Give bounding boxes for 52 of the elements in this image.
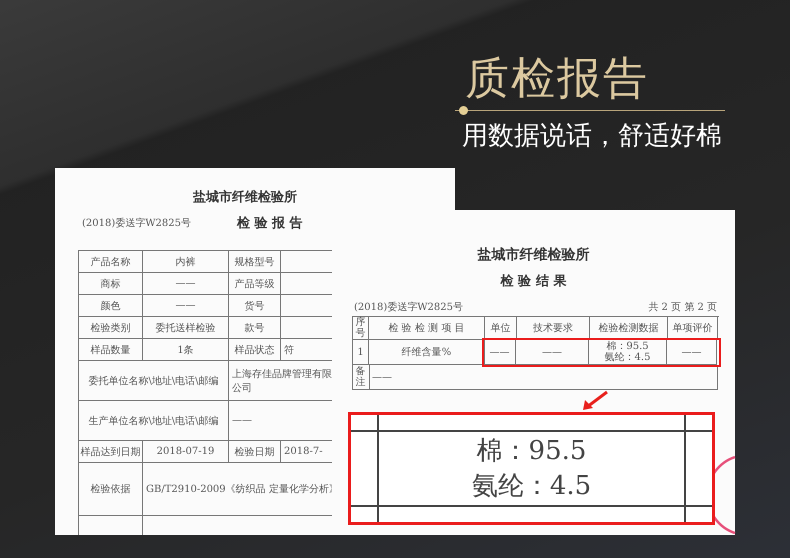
institute-name: 盐城市纤维检验所 xyxy=(192,188,298,206)
table-cell: 检验依据 xyxy=(79,463,143,516)
table-cell: 颜色 xyxy=(79,295,143,317)
column-header: 检验检测数据 xyxy=(590,317,668,340)
column-header: 检 验 检 测 项 目 xyxy=(369,317,485,340)
table-cell: 产品等级 xyxy=(229,273,281,295)
table-cell: 检验日期 xyxy=(229,441,281,463)
table-cell: 样品数量 xyxy=(79,339,143,361)
result-value: 氨纶：4.5 xyxy=(472,470,592,502)
table-cell: 棉：95.5 氨纶：4.5 xyxy=(589,340,667,365)
document-title: 检 验 报 告 xyxy=(236,214,303,232)
reference-number: (2018)委送字W2825号 xyxy=(82,216,191,230)
seal-stamp-icon xyxy=(713,455,737,535)
arrow-icon xyxy=(581,390,609,412)
table-cell: —— xyxy=(369,365,718,390)
table-cell xyxy=(686,507,712,522)
table-cell: 检验类别 xyxy=(79,317,143,339)
table-cell: 样品状态 xyxy=(229,339,281,361)
table-cell xyxy=(686,415,712,430)
table-cell: 1条 xyxy=(143,339,229,361)
table-cell: 2018-07-19 xyxy=(143,441,229,463)
table-cell xyxy=(351,507,377,522)
table-cell: —— xyxy=(143,273,229,295)
table-cell: —— xyxy=(516,340,589,365)
column-header: 单项评价 xyxy=(668,317,718,340)
table-cell: 备注 xyxy=(352,365,370,390)
table-cell: 货号 xyxy=(229,295,281,317)
institute-name: 盐城市纤维检验所 xyxy=(476,246,590,264)
table-cell: 生产单位名称\地址\电话\邮编 xyxy=(79,401,229,441)
table-cell xyxy=(351,415,377,430)
table-cell: 规格型号 xyxy=(229,251,281,273)
page-title: 质检报告 xyxy=(464,52,650,106)
table-cell: 纤维含量% xyxy=(369,340,485,365)
table-cell: —— xyxy=(667,340,717,365)
table-cell: 内裤 xyxy=(143,251,229,273)
table-cell: 1 xyxy=(353,340,369,365)
table-cell: 商标 xyxy=(79,273,143,295)
table-cell: —— xyxy=(143,295,229,317)
column-header: 序号 xyxy=(353,317,369,340)
table-cell: 委托单位名称\地址\电话\邮编 xyxy=(79,361,229,401)
table-cell: 款号 xyxy=(229,317,281,339)
page-subtitle: 用数据说话，舒适好棉 xyxy=(461,120,723,152)
column-header: 单位 xyxy=(485,317,517,340)
result-value: 棉：95.5 xyxy=(476,434,586,468)
page-number: 共 2 页 第 2 页 xyxy=(648,300,717,314)
reference-number: (2018)委送字W2825号 xyxy=(354,300,463,314)
document-title: 检 验 结 果 xyxy=(499,273,568,290)
table-cell: 委托送样检验 xyxy=(143,317,229,339)
table-cell: —— xyxy=(484,340,516,365)
column-header: 技术要求 xyxy=(517,317,590,340)
table-cell: 产品名称 xyxy=(79,251,143,273)
table-cell: 样品达到日期 xyxy=(79,441,143,463)
